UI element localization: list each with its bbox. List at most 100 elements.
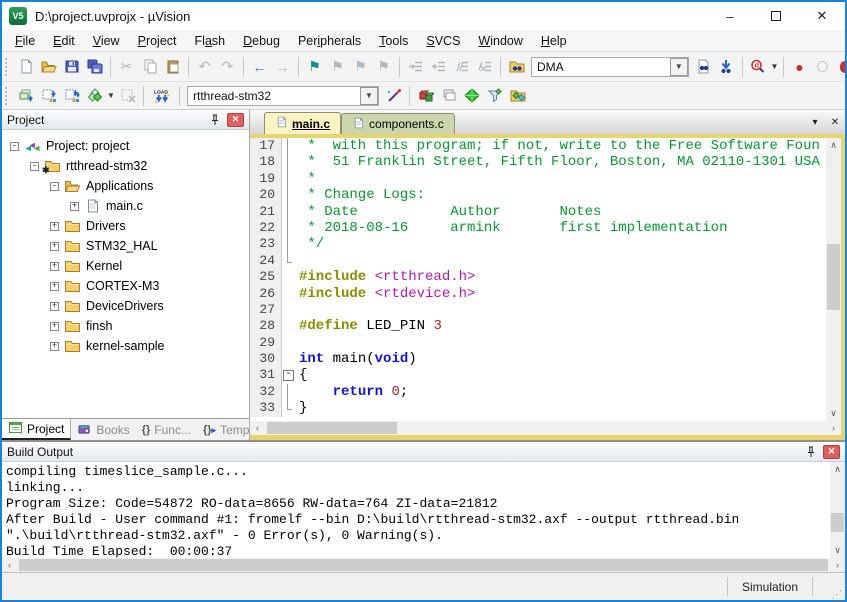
code-line[interactable]: 29 (250, 335, 826, 351)
expand-toggle-icon[interactable]: + (50, 322, 59, 331)
scroll-down-icon[interactable]: ∨ (826, 406, 841, 421)
manage-project-items-button[interactable] (506, 85, 529, 107)
kill-breakpoints-button[interactable] (840, 61, 845, 73)
toolbar-drag-handle[interactable] (5, 58, 9, 76)
target-name[interactable]: rtthread-stm32 (188, 89, 360, 103)
fold-margin[interactable] (282, 367, 295, 383)
outdent-button[interactable] (427, 56, 450, 78)
debug-session-button[interactable] (747, 56, 770, 78)
scroll-down-icon[interactable]: ∨ (830, 543, 845, 558)
panel-tab-func[interactable]: {}Func... (136, 419, 197, 440)
code-editor[interactable]: 17 * with this program; if not, write to… (250, 138, 826, 421)
navigate-back-button[interactable]: ← (248, 56, 271, 78)
paste-button[interactable] (161, 56, 184, 78)
scroll-right-icon[interactable]: › (830, 558, 845, 572)
tree-item-main.c[interactable]: +main.c (2, 196, 249, 216)
save-all-button[interactable] (83, 56, 106, 78)
tree-item-project-project[interactable]: -Project: project (2, 136, 249, 156)
expand-toggle-icon[interactable]: + (50, 242, 59, 251)
expand-toggle-icon[interactable]: - (50, 182, 59, 191)
maximize-button[interactable] (753, 2, 799, 30)
menu-item-svcs[interactable]: SVCS (417, 34, 469, 48)
manage-run-time-button[interactable] (460, 85, 483, 107)
find-combobox[interactable]: DMA ▼ (531, 57, 689, 77)
tree-item-finsh[interactable]: +finsh (2, 316, 249, 336)
manage-components-button[interactable] (414, 85, 437, 107)
tree-item-applications[interactable]: -Applications (2, 176, 249, 196)
incremental-find-button[interactable] (715, 56, 738, 78)
cut-button[interactable]: ✂ (115, 56, 138, 78)
tree-item-devicedrivers[interactable]: +DeviceDrivers (2, 296, 249, 316)
expand-toggle-icon[interactable]: + (70, 202, 79, 211)
find-dropdown-icon[interactable]: ▼ (670, 58, 688, 76)
tree-item-rtthread-stm32[interactable]: -✱rtthread-stm32 (2, 156, 249, 176)
scroll-right-icon[interactable]: › (826, 421, 841, 435)
code-line[interactable]: 33} (250, 400, 826, 416)
close-button[interactable]: ✕ (799, 2, 845, 30)
scroll-up-icon[interactable]: ∧ (826, 138, 841, 153)
scrollbar-thumb[interactable] (831, 513, 844, 531)
batch-build-button[interactable] (83, 85, 106, 107)
indent-button[interactable] (404, 56, 427, 78)
undo-button[interactable]: ↶ (193, 56, 216, 78)
close-document-icon[interactable]: ✕ (825, 110, 845, 134)
bookmark-toggle-button[interactable]: ⚑ (303, 56, 326, 78)
code-line[interactable]: 26#include <rtdevice.h> (250, 286, 826, 302)
code-line[interactable]: 17 * with this program; if not, write to… (250, 138, 826, 154)
options-for-target-button[interactable] (382, 85, 405, 107)
disable-breakpoint-button[interactable] (811, 56, 834, 78)
build-button[interactable] (37, 85, 60, 107)
find-text[interactable]: DMA (532, 60, 670, 74)
expand-toggle-icon[interactable]: + (50, 282, 59, 291)
scroll-up-icon[interactable]: ∧ (830, 462, 845, 477)
bookmark-next-button[interactable]: ⚑ (349, 56, 372, 78)
rebuild-button[interactable] (60, 85, 83, 107)
code-line[interactable]: 22 * 2018-08-16 armink first implementat… (250, 220, 826, 236)
batch-build-dropdown-icon[interactable]: ▼ (106, 91, 116, 100)
editor-tab-components.c[interactable]: components.c (341, 113, 455, 134)
expand-toggle-icon[interactable]: + (50, 262, 59, 271)
toolbar-drag-handle[interactable] (5, 87, 9, 105)
debug-dropdown-icon[interactable]: ▼ (770, 62, 779, 71)
scrollbar-thumb[interactable] (19, 559, 828, 571)
bookmark-prev-button[interactable]: ⚑ (326, 56, 349, 78)
pin-icon[interactable] (207, 114, 223, 126)
copy-button[interactable] (138, 56, 161, 78)
scroll-left-icon[interactable]: ‹ (250, 421, 265, 435)
menu-item-project[interactable]: Project (129, 34, 186, 48)
expand-toggle-icon[interactable]: + (50, 302, 59, 311)
tree-item-stm32_hal[interactable]: +STM32_HAL (2, 236, 249, 256)
minimize-button[interactable]: – (707, 2, 753, 30)
menu-item-tools[interactable]: Tools (370, 34, 417, 48)
code-line[interactable]: 18 * 51 Franklin Street, Fifth Floor, Bo… (250, 154, 826, 170)
tree-item-drivers[interactable]: +Drivers (2, 216, 249, 236)
translate-button[interactable] (14, 85, 37, 107)
find-in-document-button[interactable] (692, 56, 715, 78)
code-line[interactable]: 21 * Date Author Notes (250, 204, 826, 220)
find-in-files-button[interactable] (505, 56, 528, 78)
uncomment-button[interactable] (473, 56, 496, 78)
menu-item-debug[interactable]: Debug (234, 34, 289, 48)
tree-item-cortex-m3[interactable]: +CORTEX-M3 (2, 276, 249, 296)
insert-breakpoint-button[interactable]: ● (788, 56, 811, 78)
scrollbar-thumb[interactable] (267, 422, 397, 434)
expand-toggle-icon[interactable]: - (30, 162, 39, 171)
editor-tab-main.c[interactable]: main.c (264, 112, 341, 134)
new-file-button[interactable] (14, 56, 37, 78)
resize-grip[interactable]: ⋰ (829, 573, 845, 600)
menu-item-window[interactable]: Window (469, 34, 531, 48)
editor-horizontal-scrollbar[interactable]: ‹ › (250, 421, 841, 435)
tree-item-kernel[interactable]: +Kernel (2, 256, 249, 276)
open-file-button[interactable] (37, 56, 60, 78)
panel-tab-temp[interactable]: {}▸Temp... (197, 419, 249, 440)
comment-button[interactable] (450, 56, 473, 78)
code-line[interactable]: 20 * Change Logs: (250, 187, 826, 203)
menu-item-peripherals[interactable]: Peripherals (289, 34, 370, 48)
panel-tab-books[interactable]: Books (71, 419, 135, 440)
scrollbar-thumb[interactable] (827, 244, 840, 310)
editor-vertical-scrollbar[interactable]: ∧ ∨ (826, 138, 841, 421)
document-list-dropdown-icon[interactable]: ▾ (805, 110, 825, 134)
bookmark-clear-button[interactable]: ⚑ (372, 56, 395, 78)
code-line[interactable]: 30int main(void) (250, 351, 826, 367)
expand-toggle-icon[interactable]: + (50, 342, 59, 351)
